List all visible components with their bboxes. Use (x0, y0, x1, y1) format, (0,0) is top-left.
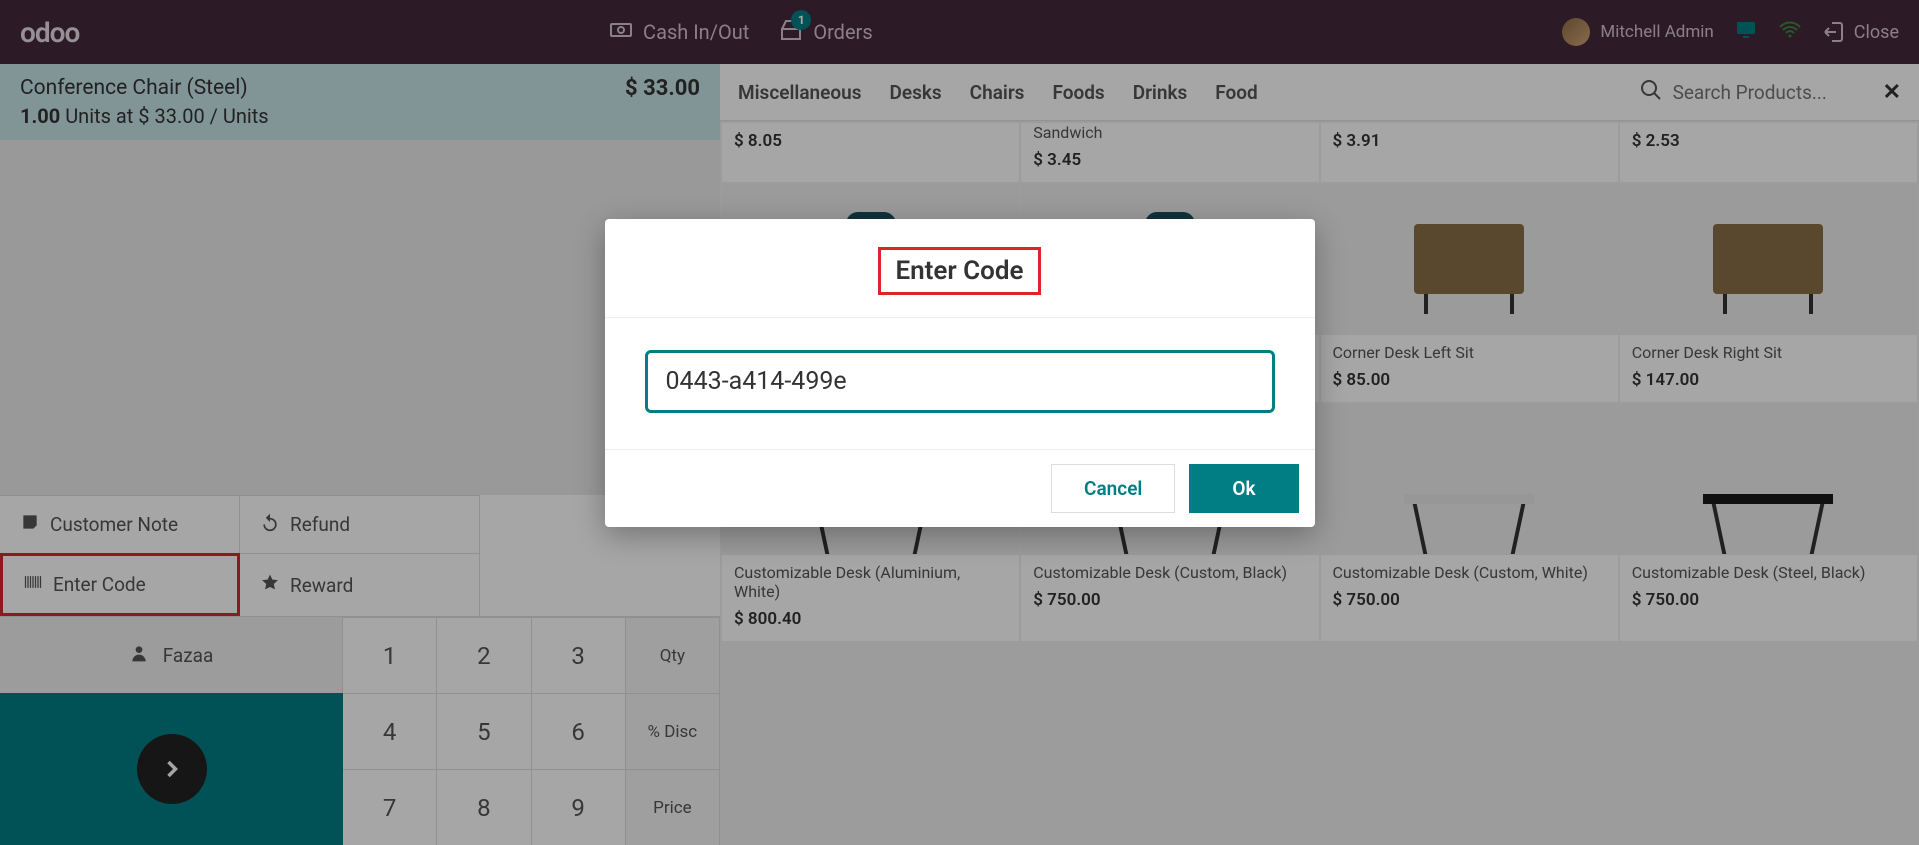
ok-button[interactable]: Ok (1189, 464, 1298, 513)
modal-header: Enter Code (605, 219, 1315, 318)
modal-overlay[interactable]: Enter Code Cancel Ok (0, 0, 1919, 845)
code-input[interactable] (645, 350, 1275, 413)
modal-footer: Cancel Ok (605, 450, 1315, 527)
cancel-button[interactable]: Cancel (1051, 464, 1175, 513)
enter-code-modal: Enter Code Cancel Ok (605, 219, 1315, 527)
modal-body (605, 318, 1315, 450)
modal-title: Enter Code (878, 247, 1040, 295)
